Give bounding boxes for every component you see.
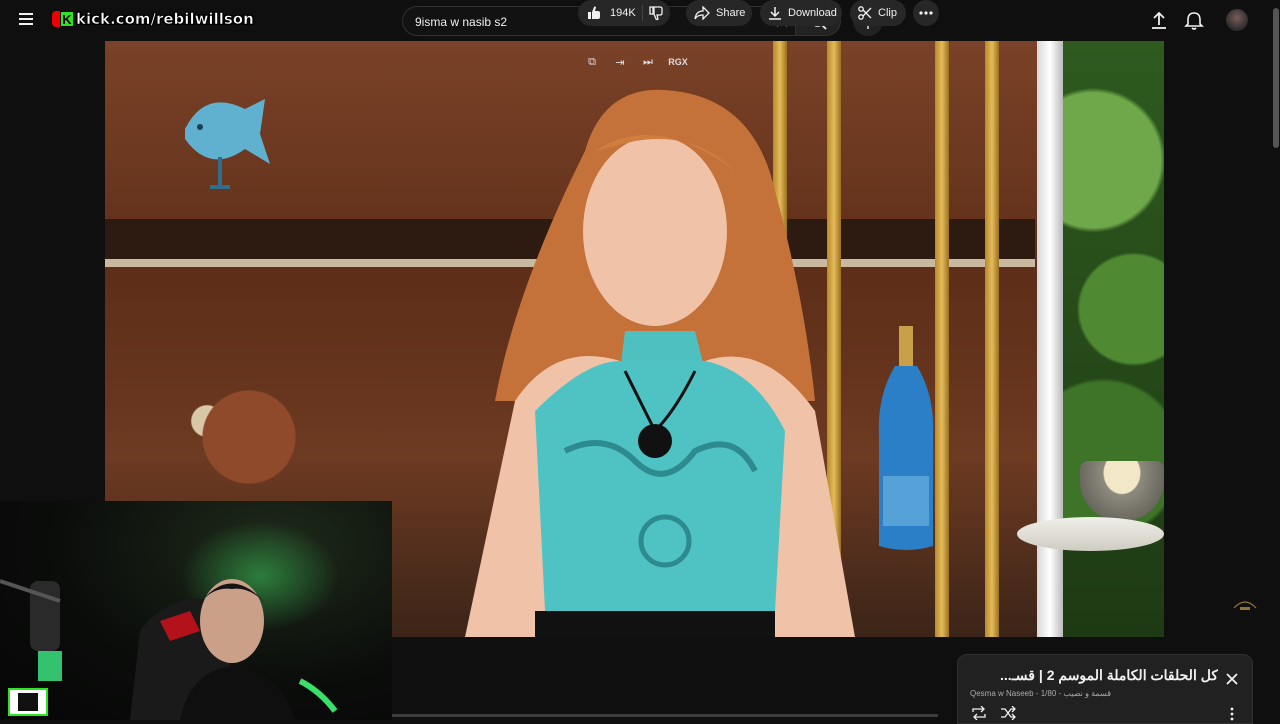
scrollbar-thumb[interactable] bbox=[1273, 8, 1279, 148]
scissors-icon bbox=[858, 6, 872, 20]
download-icon bbox=[769, 7, 781, 20]
playlist-separator: - bbox=[1056, 689, 1062, 698]
playlist-channel[interactable]: Qesma w Naseeb - قسمة و نصيب bbox=[970, 689, 1111, 698]
playlist-panel: كل الحلقات الكاملة الموسم 2 | قسـ... Qes… bbox=[957, 654, 1253, 724]
banner-url: kick.com/rebilwillson bbox=[76, 10, 254, 29]
fish-statue-image bbox=[185, 99, 270, 189]
share-icon bbox=[694, 6, 710, 20]
woman-image bbox=[465, 89, 855, 637]
more-vertical-icon[interactable] bbox=[1228, 707, 1236, 721]
playlist-position: 1/80 bbox=[1040, 689, 1057, 698]
like-button[interactable]: 194K bbox=[578, 0, 636, 26]
bell-icon[interactable] bbox=[1183, 10, 1205, 32]
thumbs-up-icon bbox=[588, 6, 600, 19]
studio-microphone-image bbox=[0, 579, 62, 681]
playlist-channel-line: Qesma w Naseeb - قسمة و نصيب - 1/80 bbox=[970, 689, 1111, 698]
kick-logo-icon bbox=[8, 688, 48, 716]
streamer-webcam-overlay bbox=[0, 501, 392, 720]
share-label: Share bbox=[716, 7, 746, 19]
side-table bbox=[1017, 517, 1164, 551]
skip-icon[interactable]: ⏭ bbox=[639, 53, 657, 71]
download-button[interactable]: Download bbox=[760, 0, 842, 26]
player-overlay-controls: ⧉ ⇥ ⏭ RGX bbox=[583, 52, 689, 72]
streamer-person-image bbox=[130, 579, 338, 720]
menu-icon[interactable] bbox=[14, 10, 38, 32]
kick-k-icon: K bbox=[60, 11, 74, 27]
close-icon[interactable] bbox=[1224, 671, 1240, 687]
blue-bottle-image bbox=[878, 326, 934, 550]
download-label: Download bbox=[788, 7, 837, 19]
share-button[interactable]: Share bbox=[686, 0, 752, 26]
kick-channel-banner: K kick.com/rebilwillson bbox=[52, 9, 254, 29]
avatar[interactable] bbox=[1226, 9, 1248, 31]
clip-button[interactable]: Clip bbox=[850, 0, 906, 26]
rgx-label[interactable]: RGX bbox=[667, 53, 689, 71]
page-divider bbox=[392, 714, 938, 717]
upload-icon[interactable] bbox=[1148, 10, 1170, 32]
like-dislike-control: 194K bbox=[578, 0, 670, 26]
like-separator bbox=[642, 5, 643, 21]
enter-icon[interactable]: ⇥ bbox=[611, 53, 629, 71]
thumbs-down-icon[interactable] bbox=[648, 5, 664, 21]
clip-label: Clip bbox=[878, 7, 897, 19]
more-actions-button[interactable] bbox=[913, 0, 939, 26]
popout-icon[interactable]: ⧉ bbox=[583, 53, 601, 71]
shuffle-icon[interactable] bbox=[1000, 706, 1016, 720]
channel-watermark-icon bbox=[1233, 601, 1257, 610]
loop-icon[interactable] bbox=[971, 706, 987, 720]
playlist-title[interactable]: كل الحلقات الكاملة الموسم 2 | قسـ... bbox=[978, 667, 1218, 684]
glass-jug-image bbox=[165, 341, 305, 501]
more-horizontal-icon bbox=[919, 11, 933, 15]
like-count: 194K bbox=[610, 7, 636, 19]
